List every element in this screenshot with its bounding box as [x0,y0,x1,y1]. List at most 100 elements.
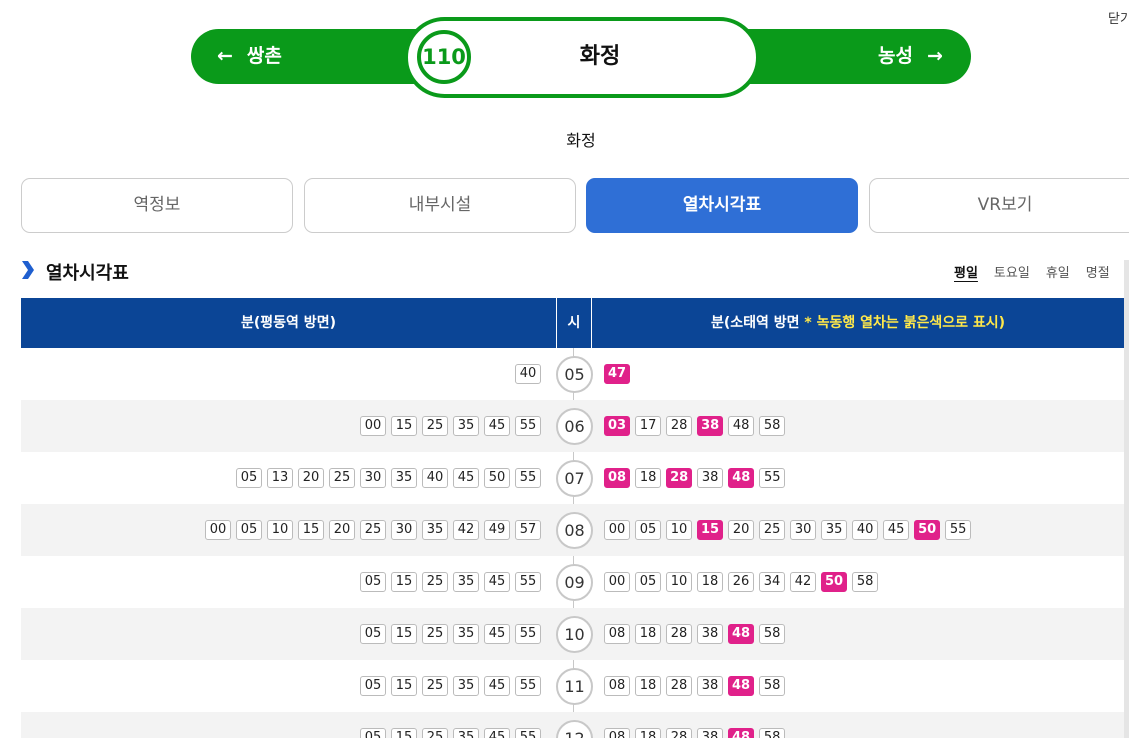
tab-0[interactable]: 역정보 [21,178,293,233]
minute-chip: 05 [360,676,386,696]
minute-chip: 49 [484,520,510,540]
minute-chip: 00 [360,416,386,436]
minute-chip-nokdong: 08 [604,468,631,488]
hour-badge: 11 [556,668,593,705]
minute-chip: 58 [759,676,786,696]
minute-chip: 20 [298,468,324,488]
minute-chip-nokdong: 48 [728,676,755,696]
right-minutes: 00 05 10 18 26 34 42 50 58 [604,556,1124,608]
day-tab-1[interactable]: 토요일 [994,262,1030,281]
minute-chip: 20 [728,520,755,540]
minute-chip: 40 [515,364,541,384]
minute-chip: 35 [453,728,479,738]
right-minutes: 08 18 28 38 48 58 [604,660,1124,712]
minute-chip: 45 [484,624,510,644]
hour-badge: 05 [556,356,593,393]
minute-chip: 40 [422,468,448,488]
hour-badge: 07 [556,460,593,497]
timetable-header: 분(평동역 방면) 시 분(소태역 방면 * 녹동행 열차는 붉은색으로 표시) [21,298,1125,348]
minute-chip: 25 [329,468,355,488]
tab-1[interactable]: 내부시설 [304,178,576,233]
day-tab-0[interactable]: 평일 [954,262,978,281]
hour-badge: 06 [556,408,593,445]
minute-chip: 38 [697,728,723,738]
timetable-row: 05 15 25 35 45 55 00 05 10 18 26 34 42 50 58 09 [21,556,1125,608]
minute-chip: 58 [852,572,879,592]
next-station-button[interactable]: 농성 → [878,29,943,84]
tab-2[interactable]: 열차시각표 [586,178,858,233]
hour-badge: 08 [556,512,593,549]
minute-chip: 00 [604,572,630,592]
minute-chip-nokdong: 48 [728,468,755,488]
prev-station-label: 쌍촌 [246,45,282,67]
minute-chip: 10 [666,572,692,592]
minute-chip: 35 [453,572,479,592]
minute-chip: 08 [604,624,630,644]
minute-chip: 55 [515,624,541,644]
left-minutes: 00 05 10 15 20 25 30 35 42 49 57 [21,504,546,556]
minute-chip: 55 [759,468,786,488]
minute-chip: 10 [666,520,692,540]
minute-chip: 50 [484,468,510,488]
minute-chip: 08 [604,676,630,696]
minute-chip: 05 [360,572,386,592]
minute-chip: 18 [697,572,723,592]
minute-chip: 17 [635,416,662,436]
minute-chip: 05 [635,572,661,592]
minute-chip: 30 [391,520,417,540]
timetable-row: 05 15 25 35 45 55 08 18 28 38 48 58 10 [21,608,1125,660]
left-minutes: 05 15 25 35 45 55 [21,556,546,608]
close-button[interactable]: 닫기 [1108,8,1129,27]
prev-station-button[interactable]: ← 쌍촌 [217,29,282,84]
minute-chip: 26 [728,572,754,592]
minute-chip: 13 [267,468,293,488]
minute-chip: 25 [422,676,448,696]
scrollbar[interactable] [1124,260,1129,738]
minute-chip: 55 [515,468,541,488]
minute-chip: 25 [360,520,386,540]
minute-chip: 05 [360,728,386,738]
minute-chip-nokdong: 15 [697,520,724,540]
minute-chip: 20 [329,520,355,540]
minute-chip: 58 [759,728,786,738]
left-minutes: 05 15 25 35 45 55 [21,660,546,712]
timetable-row: 00 15 25 35 45 55 03 17 28 38 48 58 06 [21,400,1125,452]
arrow-left-icon: ← [217,45,233,67]
minute-chip: 28 [666,676,692,696]
day-tab-3[interactable]: 명절 [1086,262,1110,281]
minute-chip: 18 [635,624,661,644]
minute-chip: 38 [697,624,723,644]
minute-chip: 18 [635,676,661,696]
minute-chip: 45 [453,468,479,488]
minute-chip: 28 [666,416,693,436]
arrow-right-icon: → [926,45,943,67]
minute-chip: 35 [453,416,479,436]
minute-chip: 05 [236,468,262,488]
minute-chip: 55 [515,572,541,592]
minute-chip-nokdong: 28 [666,468,693,488]
left-minutes: 05 15 25 35 45 55 [21,608,546,660]
minute-chip: 45 [484,728,510,738]
tab-3[interactable]: VR보기 [869,178,1129,233]
minute-chip: 05 [236,520,262,540]
minute-chip: 30 [360,468,386,488]
minute-chip: 15 [391,624,417,644]
section-title: 열차시각표 [46,263,129,284]
minute-chip-nokdong: 50 [821,572,848,592]
minute-chip: 57 [515,520,541,540]
minute-chip: 28 [666,624,692,644]
chevron-bullet-icon [22,261,34,279]
minute-chip: 25 [422,624,448,644]
timetable-row: 40 47 05 [21,348,1125,400]
day-tab-2[interactable]: 휴일 [1046,262,1070,281]
minute-chip: 42 [790,572,816,592]
right-minutes: 00 05 10 15 20 25 30 35 40 45 50 55 [604,504,1124,556]
timetable-row: 05 15 25 35 45 55 08 18 28 38 48 58 11 [21,660,1125,712]
minute-chip: 45 [484,676,510,696]
minute-chip: 10 [267,520,293,540]
minute-chip: 05 [635,520,661,540]
station-subtitle: 화정 [566,131,596,150]
header-left-direction: 분(평동역 방면) [241,315,336,331]
station-name: 화정 [579,44,621,69]
minute-chip: 45 [484,416,510,436]
